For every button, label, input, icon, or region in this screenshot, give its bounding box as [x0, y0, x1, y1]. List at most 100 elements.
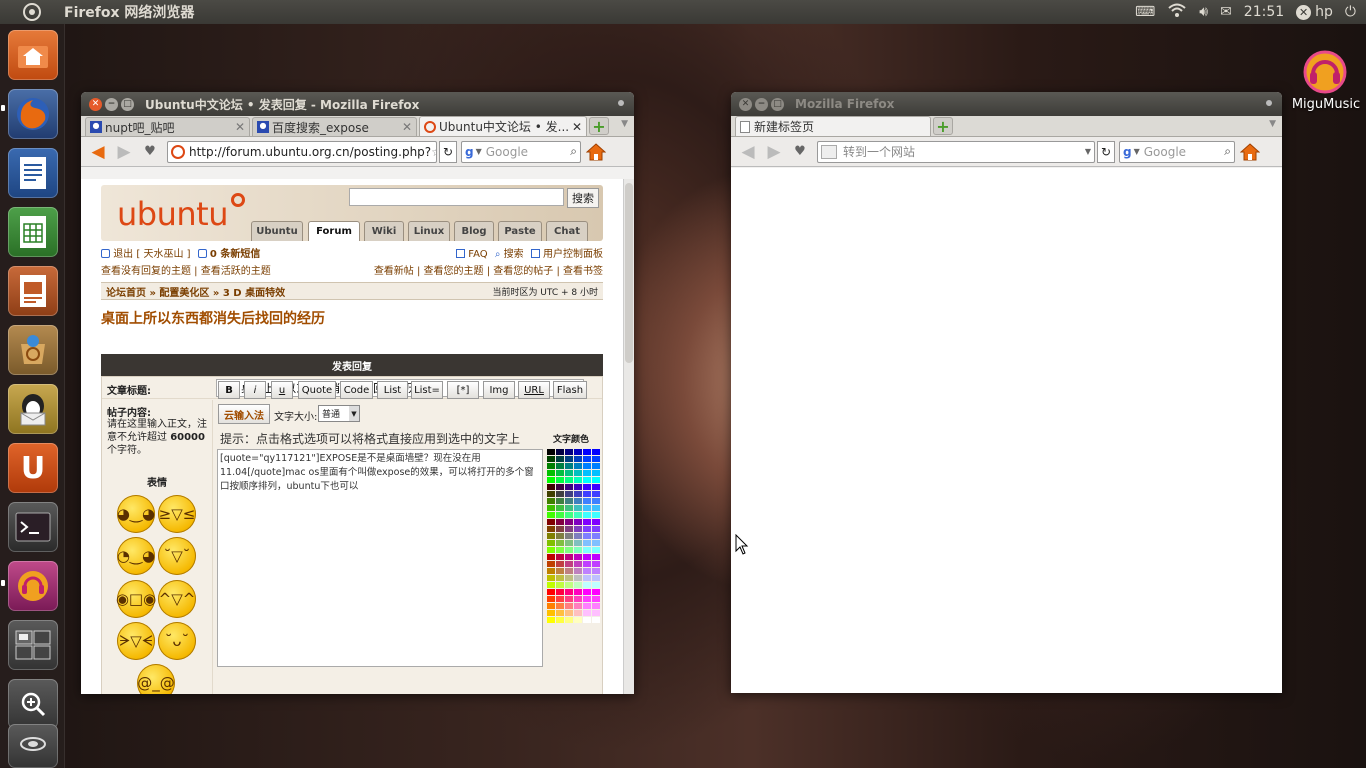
color-swatch[interactable]: [556, 575, 564, 581]
color-swatch[interactable]: [583, 491, 591, 497]
color-swatch[interactable]: [565, 554, 573, 560]
color-swatch[interactable]: [556, 463, 564, 469]
message-textarea[interactable]: [quote="qy117121"]EXPOSE是不是桌面墙壁？现在没在用11.…: [217, 449, 543, 667]
color-swatch[interactable]: [556, 596, 564, 602]
color-swatch[interactable]: [547, 512, 555, 518]
launcher-workspace-switcher[interactable]: [8, 620, 58, 670]
color-swatch[interactable]: [565, 456, 573, 462]
color-swatch[interactable]: [565, 561, 573, 567]
color-swatch[interactable]: [583, 470, 591, 476]
color-swatch[interactable]: [547, 554, 555, 560]
quick-links-left[interactable]: 查看没有回复的主题 | 查看活跃的主题: [101, 266, 271, 277]
launcher-impress[interactable]: [8, 266, 58, 316]
color-swatch[interactable]: [583, 505, 591, 511]
color-swatch[interactable]: [556, 582, 564, 588]
color-swatch[interactable]: [547, 519, 555, 525]
color-swatch[interactable]: [592, 505, 600, 511]
color-swatch[interactable]: [565, 596, 573, 602]
color-swatch[interactable]: [592, 512, 600, 518]
search-engine-dropdown-icon[interactable]: ▼: [1134, 147, 1140, 156]
color-swatch[interactable]: [574, 603, 582, 609]
color-swatch[interactable]: [592, 617, 600, 623]
launcher-mail[interactable]: [8, 384, 58, 434]
color-swatch[interactable]: [547, 498, 555, 504]
color-swatch[interactable]: [556, 449, 564, 455]
code-button[interactable]: Code: [340, 381, 373, 399]
color-swatch[interactable]: [583, 561, 591, 567]
bookmark-toolbar-icon[interactable]: ♥: [137, 140, 163, 164]
keyboard-icon[interactable]: ⌨: [1135, 4, 1155, 20]
color-swatch[interactable]: [592, 603, 600, 609]
color-swatch[interactable]: [592, 519, 600, 525]
color-swatch[interactable]: [583, 617, 591, 623]
color-swatch[interactable]: [574, 498, 582, 504]
color-swatch[interactable]: [547, 603, 555, 609]
search-icon[interactable]: ⌕: [1224, 144, 1231, 159]
color-swatch[interactable]: [556, 554, 564, 560]
color-swatch[interactable]: [547, 547, 555, 553]
color-swatch[interactable]: [565, 484, 573, 490]
color-swatch[interactable]: [547, 617, 555, 623]
url-button[interactable]: URL: [518, 381, 550, 399]
color-swatch[interactable]: [592, 596, 600, 602]
color-swatch[interactable]: [547, 533, 555, 539]
topic-title[interactable]: 桌面上所以东西都消失后找回的经历: [101, 308, 325, 328]
portal-tab-ubuntu[interactable]: Ubuntu: [251, 221, 303, 241]
color-swatch[interactable]: [592, 477, 600, 483]
launcher-software-center[interactable]: [8, 325, 58, 375]
color-swatch[interactable]: [574, 526, 582, 532]
color-swatch[interactable]: [574, 568, 582, 574]
color-swatch[interactable]: [583, 540, 591, 546]
color-swatch[interactable]: [574, 589, 582, 595]
color-swatch[interactable]: [556, 617, 564, 623]
breadcrumb-text[interactable]: 论坛首页 » 配置美化区 » 3 D 桌面特效: [106, 284, 285, 299]
color-swatch[interactable]: [574, 512, 582, 518]
color-swatch[interactable]: [583, 589, 591, 595]
color-swatch[interactable]: [574, 505, 582, 511]
shout-smiley-icon[interactable]: ◉□◉: [116, 580, 156, 618]
bookmark-star-icon[interactable]: ☆: [431, 145, 436, 159]
back-button[interactable]: ◀: [85, 140, 111, 164]
color-swatch[interactable]: [565, 540, 573, 546]
color-swatch[interactable]: [574, 463, 582, 469]
blank-page[interactable]: [731, 168, 1282, 693]
search-icon[interactable]: ⌕: [570, 144, 577, 159]
color-swatch[interactable]: [565, 575, 573, 581]
color-swatch[interactable]: [583, 449, 591, 455]
color-swatch[interactable]: [574, 491, 582, 497]
color-swatch[interactable]: [574, 582, 582, 588]
color-swatch[interactable]: [574, 617, 582, 623]
ubuntu-logo[interactable]: ubuntu: [117, 195, 228, 233]
color-swatch[interactable]: [565, 547, 573, 553]
tab-tieba[interactable]: ● nupt吧_贴吧 ✕: [85, 117, 250, 136]
color-swatch[interactable]: [592, 470, 600, 476]
color-swatch[interactable]: [574, 575, 582, 581]
color-swatch[interactable]: [565, 526, 573, 532]
forum-search-button[interactable]: 搜索: [567, 188, 599, 208]
color-swatch[interactable]: [547, 596, 555, 602]
color-swatch[interactable]: [565, 582, 573, 588]
cloud-input-button[interactable]: 云输入法: [218, 404, 270, 424]
color-swatch[interactable]: [556, 533, 564, 539]
clock[interactable]: 21:51: [1244, 4, 1284, 20]
new-tab-button[interactable]: +: [933, 117, 953, 136]
color-swatch[interactable]: [583, 554, 591, 560]
color-swatch[interactable]: [565, 491, 573, 497]
color-swatch[interactable]: [565, 449, 573, 455]
color-swatch[interactable]: [592, 568, 600, 574]
color-swatch[interactable]: [556, 470, 564, 476]
list-button[interactable]: List: [377, 381, 408, 399]
color-swatch[interactable]: [583, 519, 591, 525]
url-bar[interactable]: http://forum.ubuntu.org.cn/posting.php? …: [167, 140, 437, 163]
color-swatch[interactable]: [583, 526, 591, 532]
color-swatch[interactable]: [547, 575, 555, 581]
color-swatch[interactable]: [547, 610, 555, 616]
dash-button[interactable]: [0, 2, 64, 22]
tab-list-chevron-icon[interactable]: ▼: [1269, 119, 1276, 129]
maximize-window-button[interactable]: □: [771, 97, 784, 111]
color-swatch[interactable]: [565, 505, 573, 511]
color-swatch[interactable]: [592, 498, 600, 504]
color-swatch[interactable]: [565, 463, 573, 469]
launcher-home-folder[interactable]: [8, 30, 58, 80]
color-swatch[interactable]: [574, 533, 582, 539]
